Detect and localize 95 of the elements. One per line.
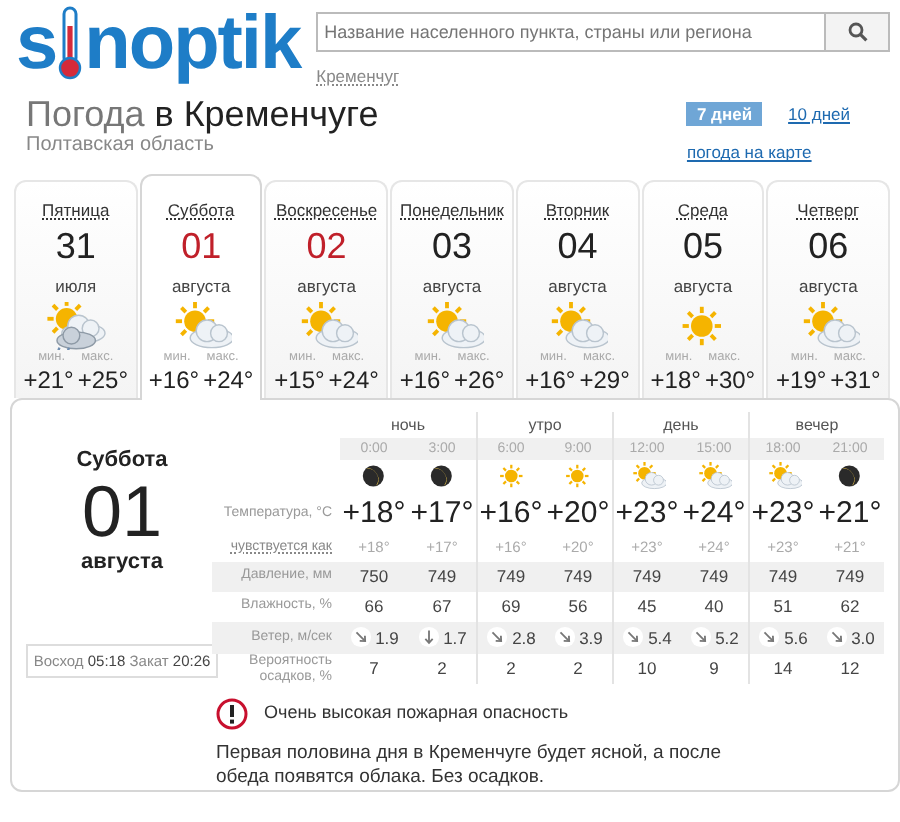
temperature-value: +17° [410, 495, 474, 530]
day-date: 04 [555, 228, 600, 267]
min-temperature: +19° [776, 365, 827, 394]
max-temperature: +24° [328, 365, 379, 394]
logo[interactable]: s noptik [16, 0, 301, 88]
table-value: 2 [573, 655, 583, 682]
max-temperature: +25° [77, 365, 129, 394]
table-value: 62 [840, 593, 860, 620]
table-value: 749 [563, 563, 593, 590]
max-temperature: +31° [830, 365, 881, 394]
range-tab[interactable]: 10 дней [778, 102, 860, 127]
month-name: августа [673, 276, 733, 297]
table-value: 12 [840, 655, 860, 682]
day-date: 31 [53, 228, 98, 267]
warning-text: Очень высокая пожарная опасность [264, 702, 569, 725]
table-value: 51 [773, 593, 793, 620]
forecast-description: Первая половина дня в Кременчуге будет ясной, а после обеда появятся облака. Без осадков. [216, 741, 723, 790]
temperature-value: +20° [546, 495, 610, 530]
min-temperature: +18° [650, 365, 701, 394]
wind-speed: 1.9 [375, 627, 399, 648]
weekday-link[interactable]: Четверг [797, 199, 860, 220]
table-value: 749 [699, 563, 729, 590]
search-field[interactable]: Название населенного пункта, страны или региона [316, 12, 826, 52]
weekday-link[interactable]: Понедельник [400, 199, 505, 220]
day-date: 01 [179, 228, 224, 267]
weekday-link[interactable]: Воскресенье [275, 199, 378, 220]
max-temperature: +30° [704, 365, 756, 394]
day-date: 02 [304, 228, 349, 267]
day-date: 05 [680, 228, 725, 267]
month-name: августа [799, 276, 858, 297]
selected-weekday: Суббота [76, 447, 168, 474]
month-name: июля [55, 276, 97, 297]
table-value: 40 [704, 593, 724, 620]
table-value: 749 [427, 563, 457, 590]
day-date: 06 [806, 228, 851, 267]
weekday-link[interactable]: Суббота [167, 199, 235, 220]
wind-speed: 5.2 [715, 627, 739, 648]
table-value: 749 [835, 563, 865, 590]
max-temperature: +26° [454, 365, 505, 394]
weekday-link[interactable]: Среда [677, 199, 728, 220]
temperature-value: +18° [342, 495, 406, 530]
temperature-value: +16° [479, 495, 543, 530]
temperature-value: +23° [751, 495, 815, 530]
page-title: Погода в Кременчуге [26, 94, 379, 135]
min-temperature: +16° [399, 365, 451, 394]
table-value: 749 [632, 563, 662, 590]
wind-speed: 3.0 [851, 627, 875, 648]
temperature-value: +24° [682, 495, 746, 530]
period-label: день [663, 415, 699, 434]
wind-speed: 2.8 [512, 627, 536, 648]
table-value: 14 [773, 655, 793, 682]
table-value: 7 [369, 655, 379, 682]
period-label: утро [528, 415, 562, 434]
day-date: 03 [430, 228, 475, 267]
min-temperature: +21° [23, 365, 74, 394]
weekday-link[interactable]: Вторник [545, 199, 610, 220]
max-temperature: +29° [579, 365, 630, 394]
table-value: 56 [568, 593, 588, 620]
month-name: августа [297, 276, 356, 297]
temperature-value: +21° [818, 495, 882, 530]
region-name: Полтавская область [26, 134, 216, 159]
table-value: 10 [637, 655, 657, 682]
min-temperature: +16° [148, 365, 200, 394]
table-value: 67 [432, 593, 452, 620]
wind-speed: 3.9 [579, 627, 603, 648]
table-value: 9 [709, 655, 719, 682]
temperature-value: +23° [615, 495, 679, 530]
warning-icon [216, 697, 248, 730]
thermometer-icon [58, 5, 83, 81]
recent-city-link[interactable]: Кременчуг [316, 66, 400, 86]
table-value: 2 [437, 655, 447, 682]
wind-speed: 1.7 [443, 627, 467, 648]
table-value: 69 [501, 593, 521, 620]
period-label: ночь [390, 415, 426, 434]
min-temperature: +15° [274, 365, 325, 394]
weekday-link[interactable]: Пятница [42, 199, 110, 220]
table-value: 2 [506, 655, 516, 682]
table-value: 749 [496, 563, 526, 590]
month-name: августа [548, 276, 607, 297]
selected-date: 01 [81, 473, 163, 550]
map-link[interactable]: погода на карте [686, 142, 812, 163]
max-temperature: +24° [203, 365, 254, 394]
min-temperature: +16° [525, 365, 576, 394]
search-icon [847, 22, 867, 42]
table-value: 45 [637, 593, 657, 620]
period-label: вечер [795, 415, 839, 434]
selected-month: августа [81, 549, 163, 577]
table-value: 750 [359, 563, 389, 590]
table-value: 749 [768, 563, 798, 590]
wind-speed: 5.6 [784, 627, 808, 648]
search-button[interactable] [826, 12, 890, 52]
table-value: 66 [364, 593, 384, 620]
wind-speed: 5.4 [648, 627, 672, 648]
month-name: августа [171, 276, 231, 297]
month-name: августа [422, 276, 482, 297]
